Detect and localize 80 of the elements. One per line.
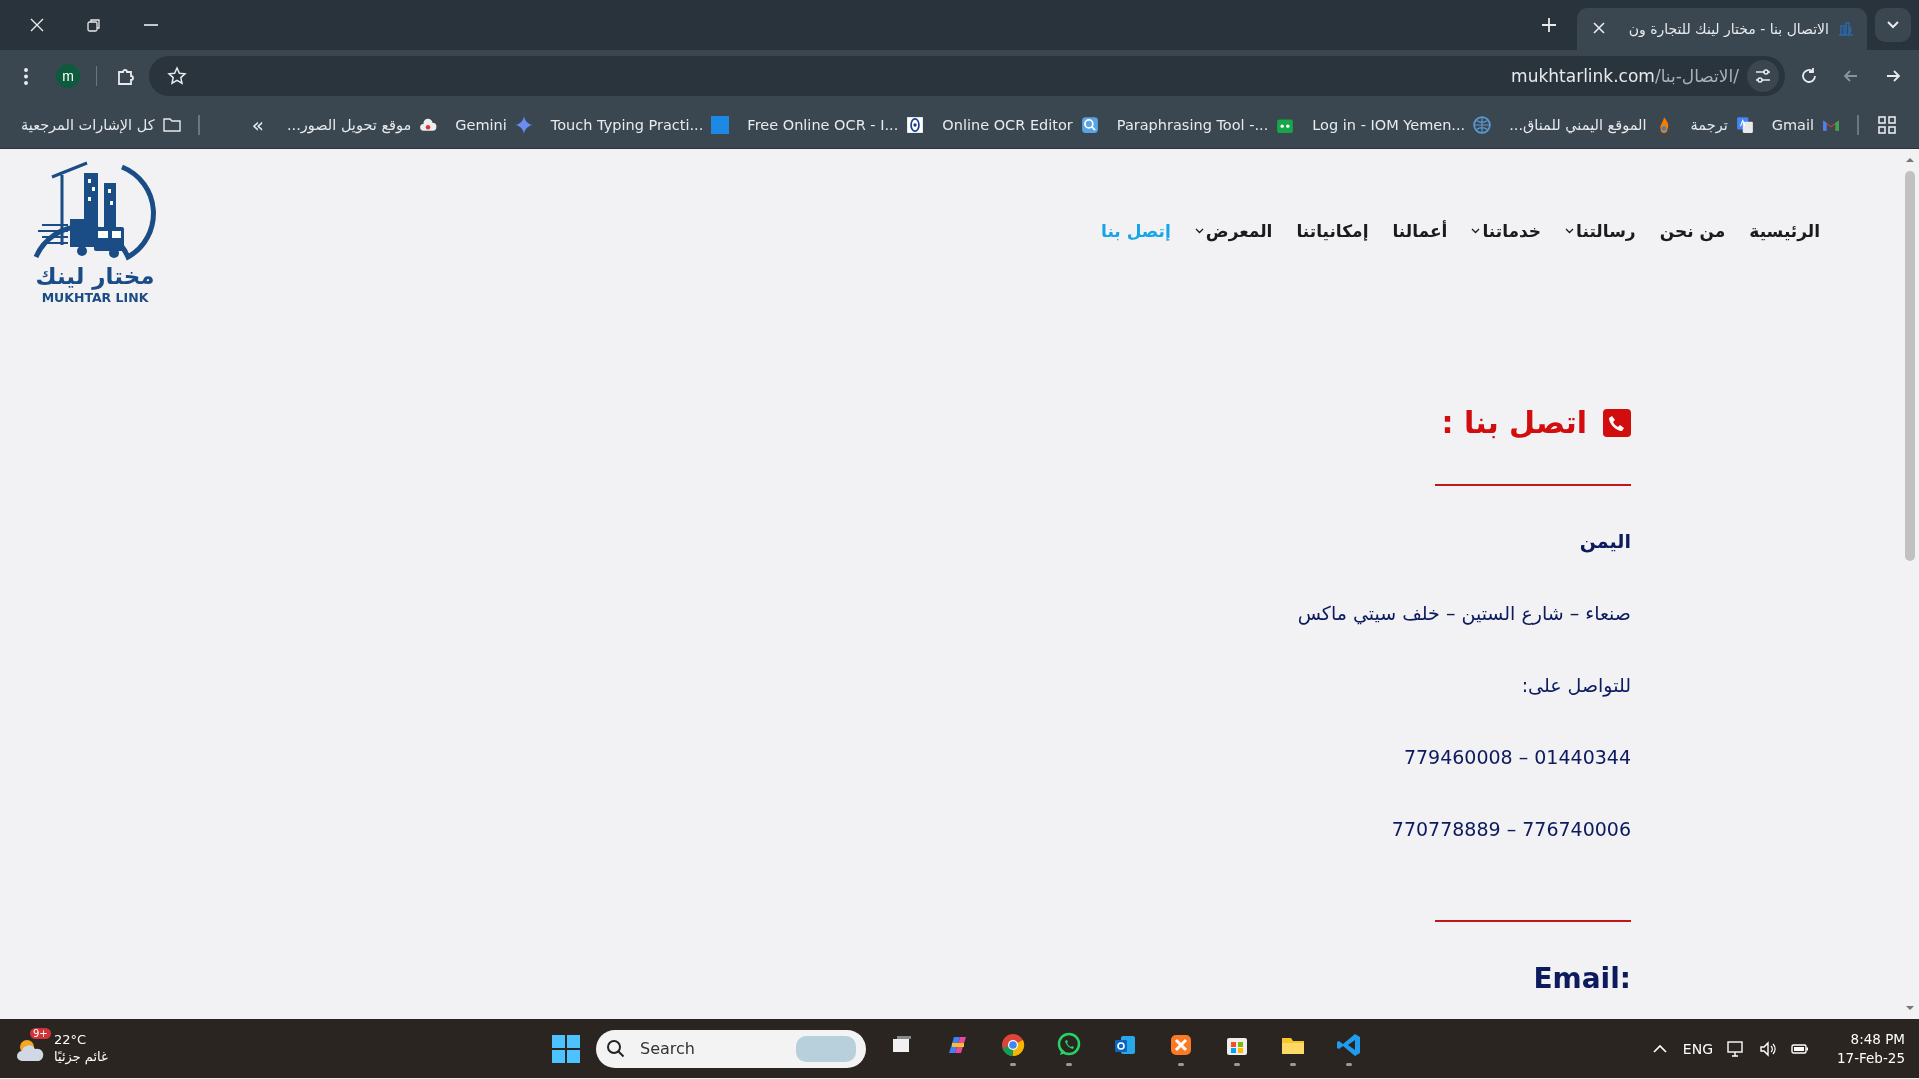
logo-text: MUKHTAR LINK [41, 290, 149, 305]
volume-icon[interactable] [1759, 1039, 1777, 1058]
reload-icon [1799, 66, 1819, 86]
nav-link[interactable]: الرئيسية [1749, 221, 1820, 241]
scroll-down-icon[interactable] [1904, 1003, 1915, 1013]
star-icon [167, 66, 187, 86]
weather-condition: غائم جزئيًا [54, 1048, 108, 1066]
logo-text: مختار لينك [35, 265, 155, 288]
clock-date[interactable]: 17-Feb-25 [1837, 1048, 1905, 1068]
chevron-down-icon [1886, 20, 1900, 30]
bookmark-link[interactable]: Paraphrasing Tool -... [1109, 112, 1302, 138]
nav-link[interactable]: خدماتنا [1471, 221, 1542, 241]
tab-list-button[interactable] [1875, 8, 1911, 42]
all-bookmarks-button[interactable]: كل الإشارات المرجعية [14, 112, 188, 138]
phone-number: 770778889 – 776740006 [1391, 818, 1631, 840]
sparkle-icon [514, 116, 533, 134]
xampp-icon[interactable] [1171, 1035, 1191, 1055]
bookmark-link[interactable]: موقع تحويل الصور... [279, 112, 445, 138]
robot-icon [1276, 116, 1295, 134]
nav-link[interactable]: رسالتنا [1565, 221, 1636, 241]
search-icon [606, 1038, 626, 1059]
notification-badge: 9+ [30, 1027, 51, 1039]
mail-app-icon[interactable] [1115, 1036, 1135, 1054]
grid-icon [1877, 115, 1897, 135]
copilot-icon[interactable] [949, 1037, 966, 1053]
store-icon[interactable] [1227, 1038, 1247, 1055]
address-text: صنعاء – شارع الستين – خلف سيتي ماكس [1297, 602, 1631, 624]
contact-label: للتواصل على: [1521, 674, 1631, 696]
network-icon[interactable] [1727, 1039, 1745, 1058]
country-text: اليمن [1579, 530, 1631, 552]
tab-title: الاتصال بنا - مختار لينك للتجارة ون [1627, 21, 1829, 37]
chrome-icon[interactable] [1002, 1034, 1025, 1056]
email-heading: Email: [1533, 962, 1631, 995]
nav-link[interactable]: أعمالنا [1392, 221, 1448, 241]
clock-time[interactable]: 8:48 PM [1850, 1029, 1905, 1049]
search-field[interactable]: Search [638, 1038, 784, 1059]
phone-number: 779460008 – 01440344 [1403, 746, 1631, 768]
plus-icon [1541, 17, 1557, 33]
code-editor-icon[interactable] [1337, 1034, 1360, 1056]
scroll-up-icon[interactable] [1904, 155, 1915, 165]
close-icon [1593, 22, 1605, 34]
bookmark-link[interactable]: ترجمة [1683, 112, 1761, 138]
language-indicator[interactable]: ENG [1682, 1040, 1713, 1057]
site-icon [1837, 21, 1855, 37]
profile-avatar[interactable]: m [56, 64, 80, 88]
close-icon [28, 17, 45, 33]
bookmark-link[interactable]: Free Online OCR - I... [740, 112, 932, 138]
nav-link[interactable]: من نحن [1659, 221, 1726, 241]
nav-link[interactable]: المعرض [1194, 221, 1273, 241]
document-icon [1080, 116, 1099, 134]
chat-bubble-icon[interactable] [1057, 1032, 1081, 1056]
more-bookmarks-button[interactable]: » [239, 113, 276, 137]
contact-heading: اتصل بنا : [1441, 405, 1587, 440]
sliders-icon [1754, 67, 1772, 85]
scrollbar-thumb[interactable] [1904, 171, 1915, 561]
menu-icon [24, 67, 28, 85]
bookmark-link[interactable]: الموقع اليمني للمناق... [1502, 112, 1680, 138]
window-stack-icon[interactable] [893, 1036, 911, 1052]
translate-icon [1735, 116, 1754, 134]
windows-start-icon[interactable] [550, 1032, 582, 1065]
cloud-icon [419, 116, 438, 134]
globe-icon [1473, 116, 1492, 134]
folder-icon [162, 116, 181, 134]
minimize-icon [143, 24, 158, 26]
site-settings-button[interactable] [1747, 60, 1779, 92]
bookmark-link[interactable]: Log in - IOM Yemen... [1305, 112, 1499, 138]
browser-tab[interactable]: الاتصال بنا - مختار لينك للتجارة ون [1577, 8, 1867, 50]
bookmark-link[interactable]: Touch Typing Practi... [543, 112, 737, 138]
puzzle-piece-icon [115, 66, 135, 86]
nav-link[interactable]: إمكانياتنا [1296, 221, 1369, 241]
folder-icon[interactable] [1282, 1038, 1304, 1054]
phone-icon [1603, 408, 1631, 437]
bookmark-link[interactable]: Online OCR Editor [935, 112, 1106, 138]
bookmark-link[interactable]: Gemini [448, 112, 540, 138]
search-highlight-picture [796, 1035, 856, 1062]
eye-icon [906, 116, 925, 134]
temperature-text: 22°C [54, 1031, 88, 1049]
bookmark-link[interactable]: Gmail [1764, 112, 1847, 138]
restore-icon [85, 17, 102, 33]
taskbar-search-bar[interactable]: Search [596, 1029, 866, 1068]
